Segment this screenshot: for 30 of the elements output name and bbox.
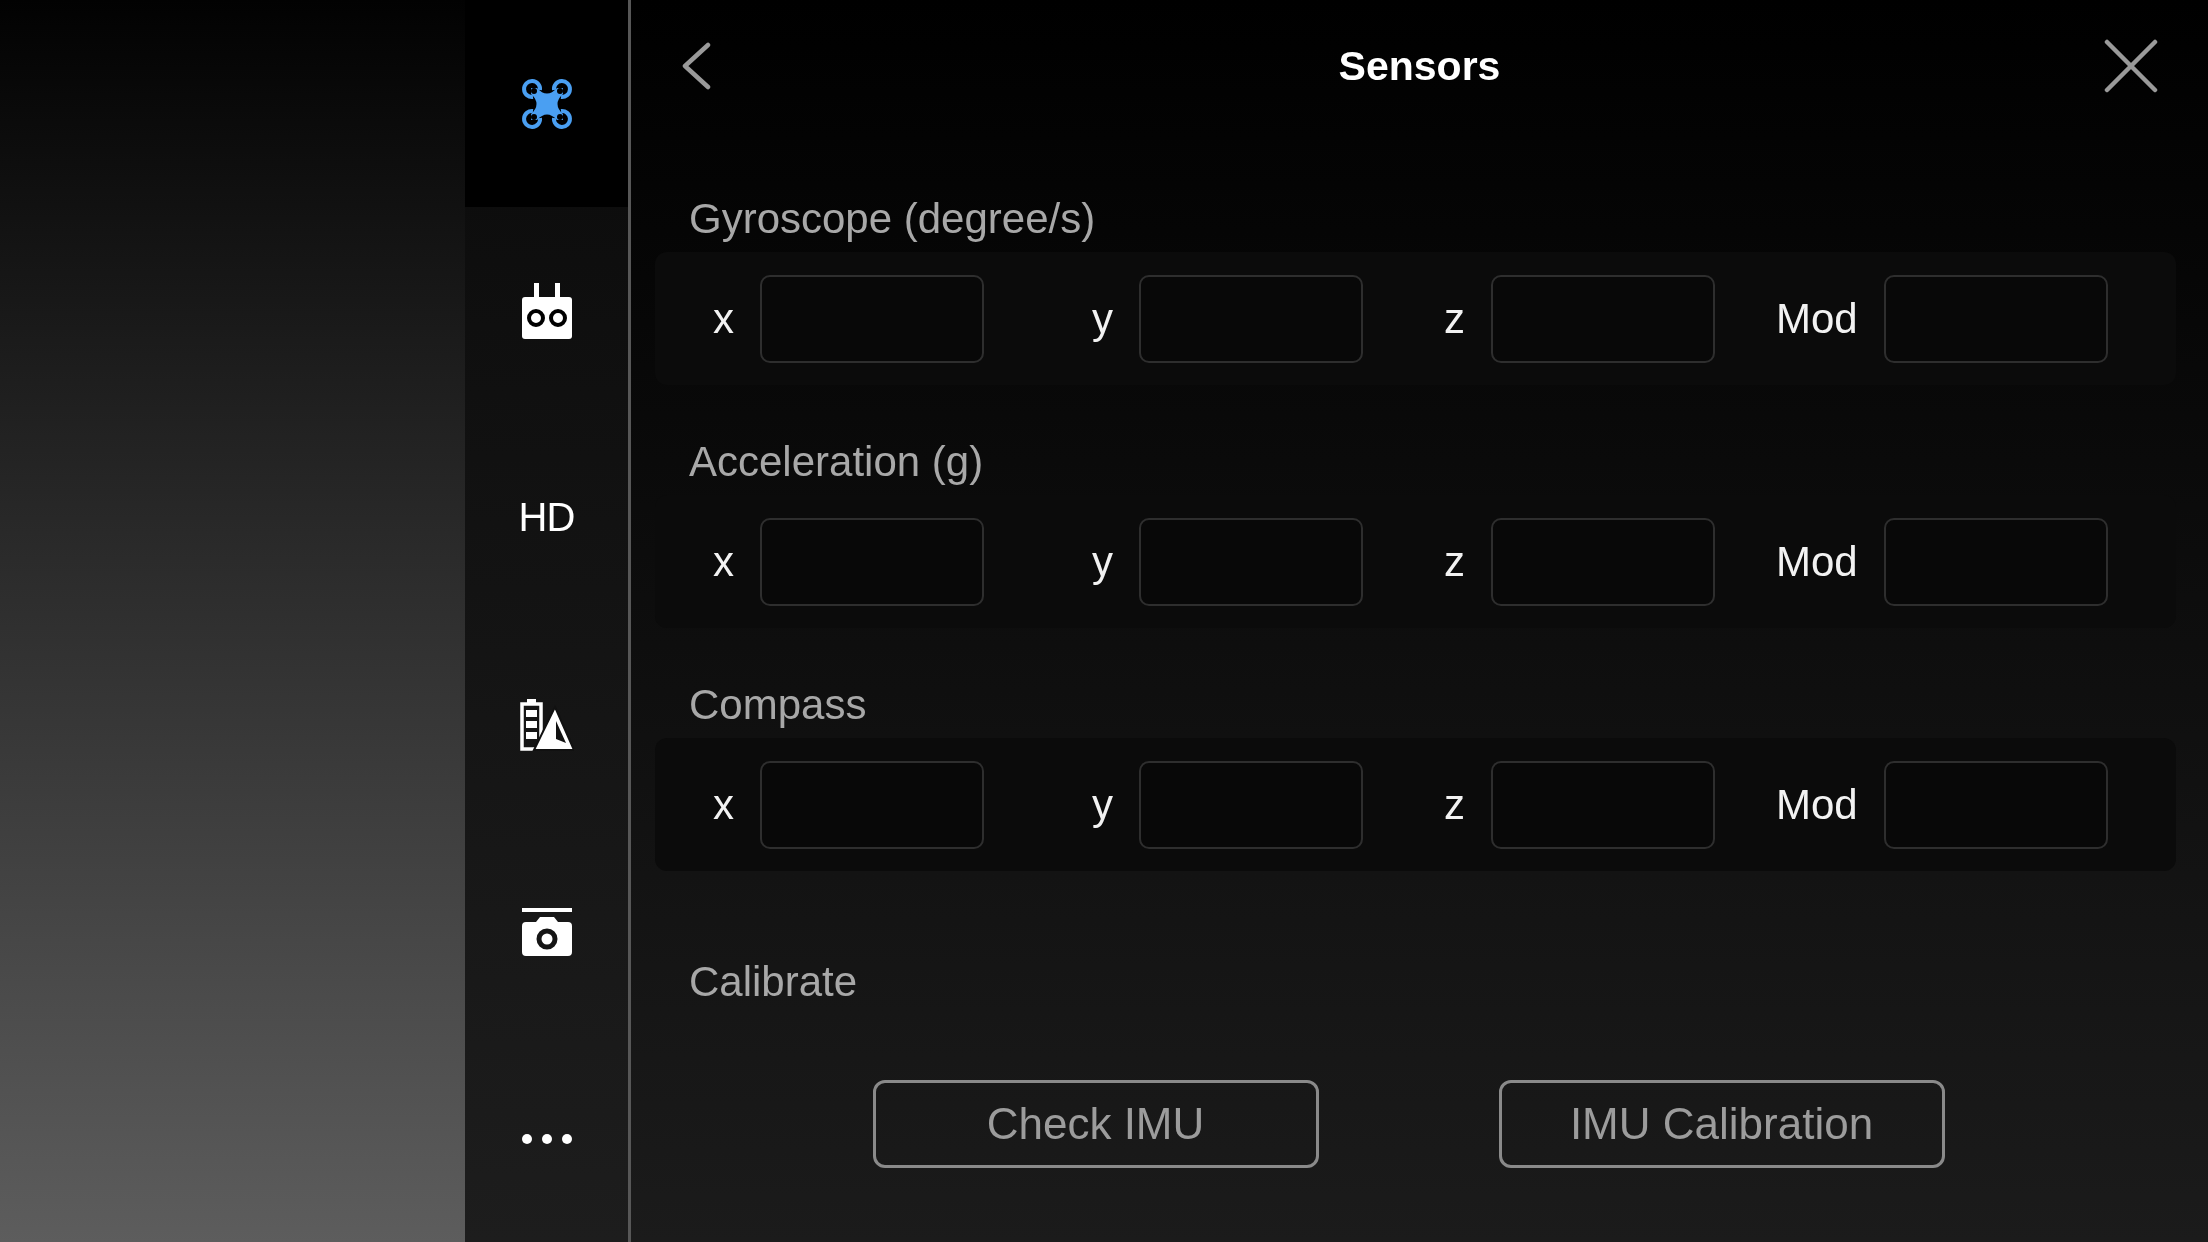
axis-label: x — [713, 779, 734, 830]
axis-label: x — [713, 293, 734, 344]
axis-label: Mod — [1776, 293, 1858, 344]
battery-navigation-icon — [519, 698, 574, 751]
section-title: Gyroscope (degree/s) — [688, 194, 1096, 244]
sidebar-tab[interactable] — [465, 0, 628, 207]
drone-icon — [520, 77, 573, 130]
section-title: Acceleration (g) — [688, 437, 984, 487]
axis-label: z — [1444, 779, 1465, 830]
remote-controller-icon — [520, 282, 573, 339]
axis-label: y — [1092, 293, 1113, 344]
back-button[interactable] — [681, 42, 711, 90]
outline-button[interactable]: IMU Calibration — [1498, 1080, 1945, 1168]
axis-label: z — [1444, 293, 1465, 344]
sidebar-tab[interactable]: HD — [465, 414, 628, 621]
screen-title: Sensors — [1338, 42, 1501, 91]
axis-label: Mod — [1776, 536, 1858, 587]
axis-label: Mod — [1776, 779, 1858, 830]
axis-label: y — [1092, 779, 1113, 830]
camera-icon — [521, 907, 572, 956]
section-title: Compass — [688, 680, 867, 730]
chevron-left-icon — [681, 42, 711, 90]
close-icon — [2104, 39, 2158, 93]
axis-label: y — [1092, 536, 1113, 587]
axis-label: x — [713, 536, 734, 587]
more-icon — [521, 1133, 572, 1144]
axis-label: z — [1444, 536, 1465, 587]
section-title: Calibrate — [688, 957, 858, 1007]
outline-button[interactable]: Check IMU — [872, 1080, 1319, 1168]
close-button[interactable] — [2104, 39, 2158, 93]
